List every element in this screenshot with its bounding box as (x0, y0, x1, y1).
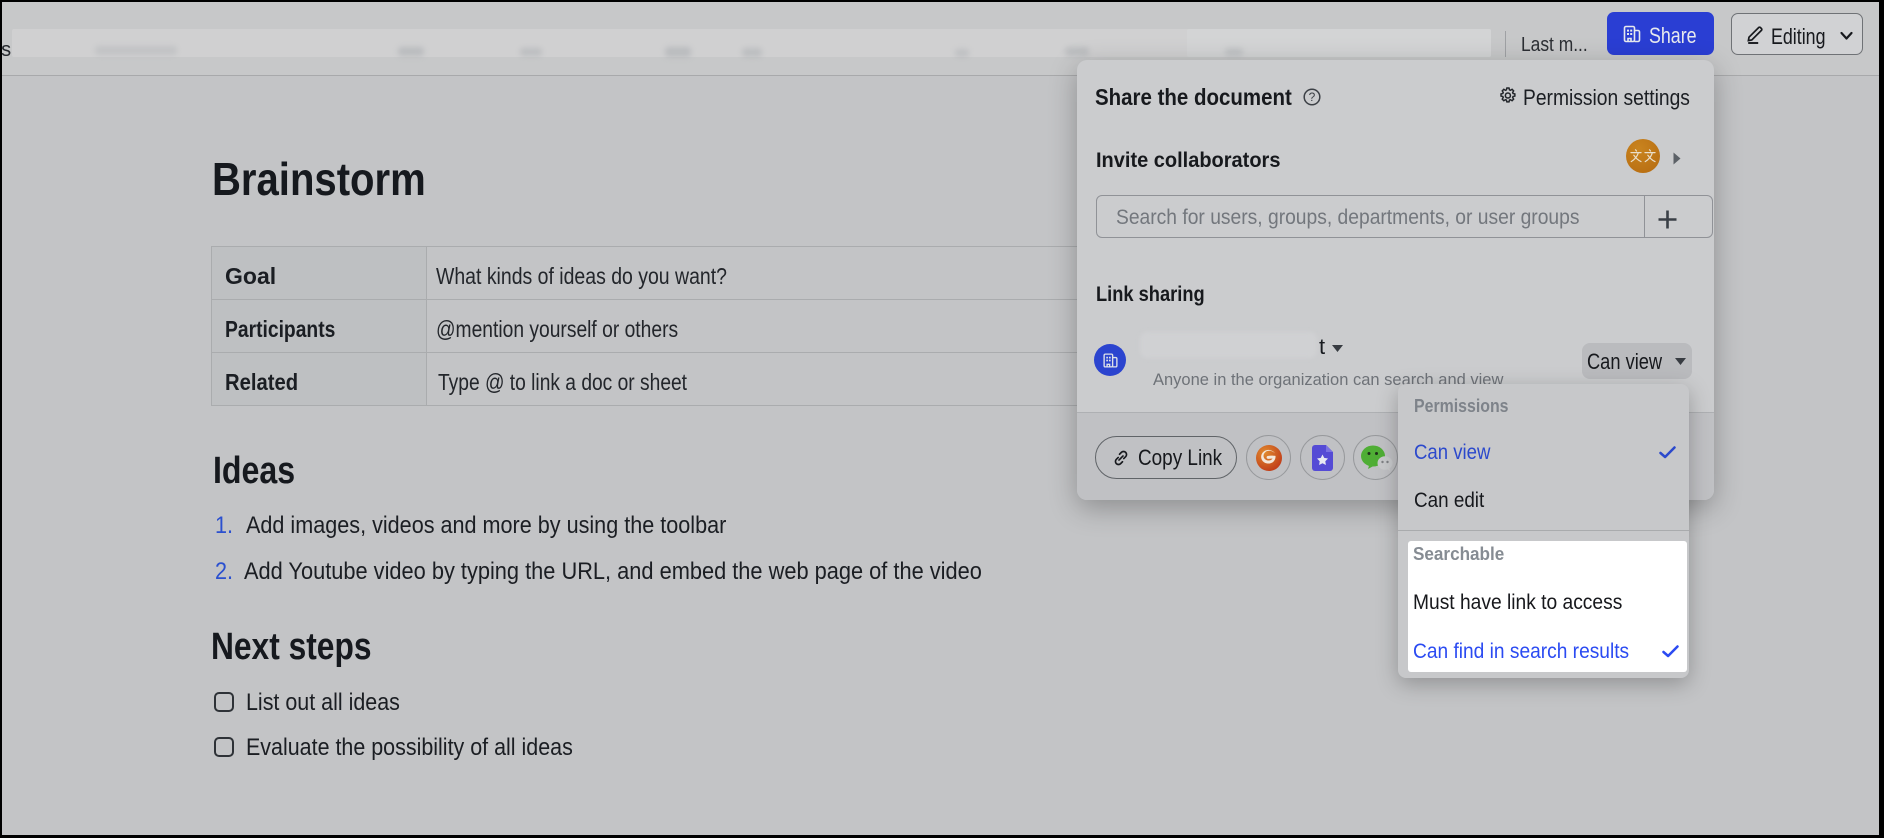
svg-text:?: ? (1309, 90, 1316, 104)
